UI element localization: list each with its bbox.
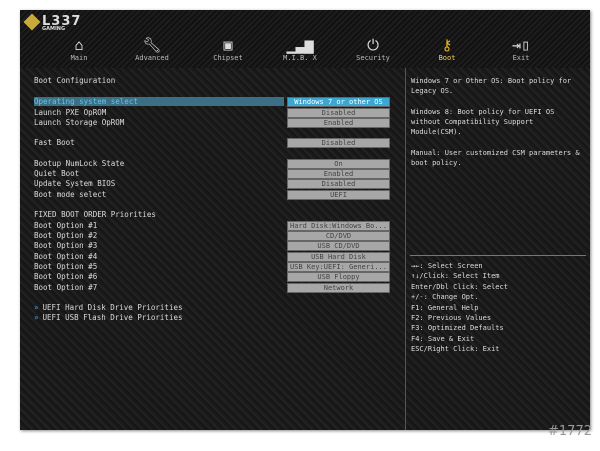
help-separator [410, 255, 586, 256]
setting-pxe-oprom[interactable]: Launch PXE OpROM [34, 108, 106, 117]
chevron-right-icon: » [34, 303, 39, 312]
boot-option-5[interactable]: Boot Option #5 [34, 262, 97, 271]
tab-exit[interactable]: ⇥▯ Exit [486, 36, 556, 62]
boot-option-2-value[interactable]: CD/DVD [287, 231, 390, 241]
tab-label: Advanced [135, 54, 169, 62]
boot-option-6[interactable]: Boot Option #6 [34, 272, 97, 281]
bios-screen: L337 GAMING ⌂ Main 🔧︎ Advanced ▣ Chipset ▁▃▆… [20, 10, 590, 430]
key-hint: ↑↓/Click: Select Item [411, 272, 500, 281]
boot-option-4-value[interactable]: USB Hard Disk [287, 252, 390, 262]
boot-option-1-value[interactable]: Hard Disk:Windows Bo... [287, 221, 390, 231]
tab-advanced[interactable]: 🔧︎ Advanced [117, 36, 187, 62]
tab-main[interactable]: ⌂ Main [44, 36, 114, 62]
tab-label: Chipset [213, 54, 243, 62]
logo-icon [23, 13, 41, 30]
setting-boot-mode[interactable]: Boot mode select [34, 190, 106, 199]
tab-label: Exit [512, 54, 530, 62]
tab-security[interactable]: ⏻ Security [338, 36, 408, 62]
key-hint: →←: Select Screen [411, 262, 483, 270]
tab-chipset[interactable]: ▣ Chipset [193, 36, 263, 62]
chart-icon: ▁▃▆ [286, 36, 314, 54]
value-os-select[interactable]: Windows 7 or other OS [287, 97, 390, 107]
tab-boot[interactable]: ⚷ Boot [412, 36, 482, 62]
wrench-icon: 🔧︎ [142, 36, 162, 54]
setting-numlock[interactable]: Bootup NumLock State [34, 159, 124, 168]
value-pxe-oprom[interactable]: Disabled [287, 108, 390, 118]
key-hint: F3: Optimized Defaults [411, 324, 504, 333]
boot-option-2[interactable]: Boot Option #2 [34, 231, 97, 240]
value-boot-mode[interactable]: UEFI [287, 190, 390, 200]
boot-option-5-value[interactable]: USB Key:UEFI: Generi... [287, 262, 390, 272]
brand-logo: L337 GAMING [23, 13, 81, 32]
key-hint: ESC/Right Click: Exit [411, 345, 500, 354]
help-text: Windows 7 or Other OS: Boot policy for L… [411, 77, 580, 168]
section-title: Boot Configuration [34, 76, 116, 85]
tab-mib-x[interactable]: ▁▃▆ M.I.B. X [265, 36, 335, 62]
tab-label: Main [70, 54, 88, 62]
watermark: #1772 [548, 424, 592, 439]
boot-option-6-value[interactable]: USB Floppy [287, 272, 390, 282]
setting-quiet-boot[interactable]: Quiet Boot [34, 169, 79, 178]
boot-option-3-value[interactable]: USB CD/DVD [287, 241, 390, 251]
panel-divider [405, 68, 406, 430]
top-nav: L337 GAMING ⌂ Main 🔧︎ Advanced ▣ Chipset ▁▃▆… [20, 10, 590, 68]
key-hint: +/-: Change Opt. [411, 293, 479, 302]
setting-os-select[interactable]: Operating system select [34, 97, 284, 106]
submenu-label: UEFI Hard Disk Drive Priorities [42, 303, 183, 312]
submenu-label: UEFI USB Flash Drive Priorities [42, 313, 183, 322]
boot-option-3[interactable]: Boot Option #3 [34, 241, 97, 250]
value-update-bios[interactable]: Disabled [287, 179, 390, 189]
home-icon: ⌂ [74, 36, 84, 54]
tab-label: M.I.B. X [283, 54, 317, 62]
setting-fast-boot[interactable]: Fast Boot [34, 138, 75, 147]
key-hint: F4: Save & Exit [411, 334, 475, 343]
chevron-right-icon: » [34, 313, 39, 322]
key-hint: Enter/Dbl Click: Select [411, 282, 508, 291]
value-quiet-boot[interactable]: Enabled [287, 169, 390, 179]
chip-icon: ▣ [223, 36, 233, 54]
setting-storage-oprom[interactable]: Launch Storage OpROM [34, 118, 124, 127]
key-hint: F1: General Help [411, 303, 479, 312]
power-icon: ⏻ [367, 36, 379, 54]
value-storage-oprom[interactable]: Enabled [287, 118, 390, 128]
tab-label: Security [356, 54, 390, 62]
key-hint: F2: Previous Values [411, 314, 492, 323]
boot-order-title: FIXED BOOT ORDER Priorities [34, 210, 156, 219]
submenu-uefi-usb[interactable]: » UEFI USB Flash Drive Priorities [34, 313, 183, 322]
setting-update-bios[interactable]: Update System BIOS [34, 179, 115, 188]
exit-icon: ⇥▯ [511, 36, 531, 54]
submenu-uefi-hdd[interactable]: » UEFI Hard Disk Drive Priorities [34, 303, 183, 312]
boot-option-7-value[interactable]: Network [287, 283, 390, 293]
boot-option-4[interactable]: Boot Option #4 [34, 252, 97, 261]
tab-label: Boot [438, 54, 456, 62]
value-fast-boot[interactable]: Disabled [287, 138, 390, 148]
value-numlock[interactable]: On [287, 159, 390, 169]
boot-option-1[interactable]: Boot Option #1 [34, 221, 97, 230]
key-legend: →←: Select Screen ↑↓/Click: Select Item … [411, 261, 508, 355]
boot-option-7[interactable]: Boot Option #7 [34, 283, 97, 292]
key-icon: ⚷ [441, 36, 453, 54]
